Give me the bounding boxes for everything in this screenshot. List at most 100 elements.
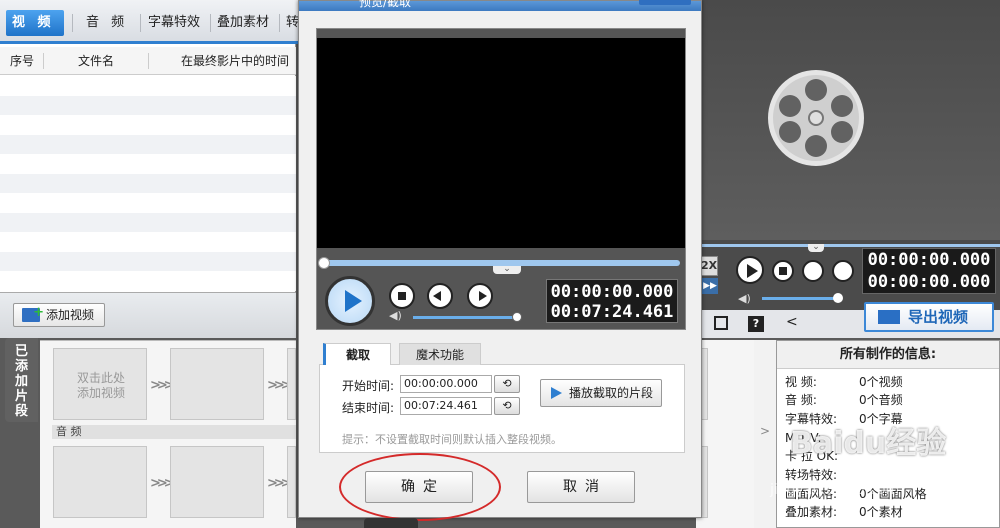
chevron-down-icon[interactable]: ⌄: [493, 265, 521, 274]
time-total: 00:07:24.461: [550, 302, 674, 322]
baidu-watermark-url: jingyan.baidu.com: [770, 482, 900, 498]
volume-slider[interactable]: [413, 316, 517, 319]
bottom-toggle-tab[interactable]: [364, 518, 418, 528]
table-row[interactable]: [0, 154, 296, 174]
media-tabs: 视 频 音 频 字幕特效 叠加素材 转: [0, 0, 310, 44]
table-row[interactable]: [0, 173, 296, 193]
end-time-label: 结束时间:: [342, 401, 395, 415]
table-row[interactable]: [0, 134, 296, 154]
cut-panel: 开始时间: 00:00:00.000 ⟲ 结束时间: 00:07:24.461 …: [319, 365, 685, 453]
file-table-header: 序号 文件名 在最终影片中的时间: [0, 47, 296, 75]
tab-magic[interactable]: 魔术功能: [399, 343, 481, 365]
table-row[interactable]: [0, 95, 296, 115]
column-final-time[interactable]: 在最终影片中的时间: [160, 47, 310, 75]
start-time-label: 开始时间:: [342, 379, 395, 393]
prev-frame-button[interactable]: [427, 283, 453, 309]
preview-volume-slider[interactable]: [762, 297, 838, 300]
end-time-input[interactable]: 00:07:24.461: [400, 397, 492, 415]
preview-seek-track[interactable]: [700, 244, 1000, 247]
add-video-bar: 添加视频: [0, 292, 296, 338]
dialog-title: 预览/截取: [359, 0, 412, 9]
column-index[interactable]: 序号: [0, 47, 44, 75]
play-segment-label: 播放截取的片段: [569, 386, 654, 400]
preview-time-display: 00:00:00.000 00:00:00.000: [862, 248, 996, 294]
set-start-clock-icon[interactable]: ⟲: [494, 375, 520, 393]
export-video-button[interactable]: 导出视频: [864, 302, 994, 332]
play-segment-button[interactable]: 播放截取的片段: [540, 379, 662, 407]
added-segments-tab[interactable]: 已添加片段: [5, 338, 38, 422]
help-icon[interactable]: ?: [748, 316, 764, 332]
info-row-video: 视 频: 0个视频: [785, 375, 903, 389]
next-frame-button[interactable]: [467, 283, 493, 309]
cancel-button[interactable]: 取消: [527, 471, 635, 503]
clip-placeholder-text: 双击此处 添加视频: [76, 371, 125, 400]
preview-play-button[interactable]: [736, 256, 764, 284]
film-add-icon: [22, 302, 44, 324]
clip-slot-add-video[interactable]: 双击此处 添加视频: [53, 348, 147, 420]
preview-time-current: 00:00:00.000: [867, 250, 991, 270]
tab-overlay-material[interactable]: 叠加素材: [211, 10, 275, 36]
tab-cut[interactable]: 截取: [323, 343, 391, 365]
time-current: 00:00:00.000: [550, 282, 674, 302]
column-filename[interactable]: 文件名: [44, 47, 148, 75]
hint-text: 提示：不设置截取时间则默认插入整段视频。: [342, 433, 562, 446]
table-row[interactable]: [0, 115, 296, 135]
audio-clip-slot[interactable]: [170, 446, 264, 518]
arrow-right-icon: >>>: [150, 476, 175, 491]
info-row-overlay: 叠加素材: 0个素材: [785, 505, 903, 519]
preview-volume-icon[interactable]: ◀): [738, 292, 751, 305]
audio-clip-slot[interactable]: [287, 446, 296, 518]
video-screen[interactable]: [317, 38, 685, 248]
preview-volume-thumb[interactable]: [833, 293, 843, 303]
play-icon: [551, 387, 562, 399]
stop-button[interactable]: [389, 283, 415, 309]
baidu-watermark: Baidu经验: [790, 426, 947, 461]
table-row[interactable]: [0, 76, 296, 96]
info-row-audio: 音 频: 0个音频: [785, 393, 903, 407]
dialog-close-button[interactable]: [639, 0, 691, 5]
preview-stop-button[interactable]: [772, 260, 794, 282]
add-video-button[interactable]: 添加视频: [13, 302, 105, 327]
set-end-clock-icon[interactable]: ⟲: [494, 397, 520, 415]
volume-thumb[interactable]: [512, 312, 522, 322]
export-icon: [878, 310, 900, 324]
info-panel-toggle[interactable]: >: [754, 340, 776, 528]
tab-video[interactable]: 视 频: [6, 10, 64, 36]
time-display: 00:00:00.000 00:07:24.461: [546, 279, 678, 323]
added-segments-label: 已添加片段: [14, 344, 28, 419]
file-list-panel: 视 频 音 频 字幕特效 叠加素材 转 序号 文件名 在最终影片中的时间: [0, 0, 310, 292]
collapse-toggle[interactable]: ⌄: [808, 243, 824, 252]
speed-button[interactable]: 2X: [700, 256, 718, 276]
clip-preview-dialog: 预览/截取 ⌄ ◀) 00:00:00.000 00:07:24.461 截取 …: [298, 0, 702, 521]
info-title: 所有制作的信息:: [777, 341, 999, 369]
tab-subtitle-effects[interactable]: 字幕特效: [142, 10, 206, 36]
table-row[interactable]: [0, 232, 296, 252]
fast-forward-icon[interactable]: ▶▶: [702, 278, 718, 294]
preview-time-total: 00:00:00.000: [867, 272, 991, 292]
table-row[interactable]: [0, 271, 296, 291]
ok-button[interactable]: 确定: [365, 471, 473, 503]
table-row[interactable]: [0, 212, 296, 232]
export-video-label: 导出视频: [908, 308, 969, 326]
seek-thumb[interactable]: [318, 257, 330, 269]
arrow-right-icon: >>>: [150, 378, 175, 393]
video-player: ⌄ ◀) 00:00:00.000 00:07:24.461: [316, 28, 686, 330]
tab-audio[interactable]: 音 频: [80, 10, 134, 36]
table-row[interactable]: [0, 251, 296, 271]
table-row[interactable]: [0, 193, 296, 213]
save-icon[interactable]: [714, 316, 728, 330]
play-button[interactable]: [325, 276, 375, 326]
preview-prev-frame-button[interactable]: [802, 260, 824, 282]
audio-track-label: 音 频: [52, 425, 296, 439]
clip-slot[interactable]: [287, 348, 296, 420]
dialog-titlebar[interactable]: 预览/截取: [299, 0, 701, 11]
film-reel-icon: [768, 70, 864, 166]
start-time-input[interactable]: 00:00:00.000: [400, 375, 492, 393]
share-icon[interactable]: <: [786, 314, 798, 330]
add-video-label: 添加视频: [46, 308, 95, 322]
clip-slot[interactable]: [170, 348, 264, 420]
volume-icon[interactable]: ◀): [389, 310, 403, 322]
arrow-right-icon: >>>: [267, 378, 292, 393]
preview-next-frame-button[interactable]: [832, 260, 854, 282]
audio-clip-slot[interactable]: [53, 446, 147, 518]
